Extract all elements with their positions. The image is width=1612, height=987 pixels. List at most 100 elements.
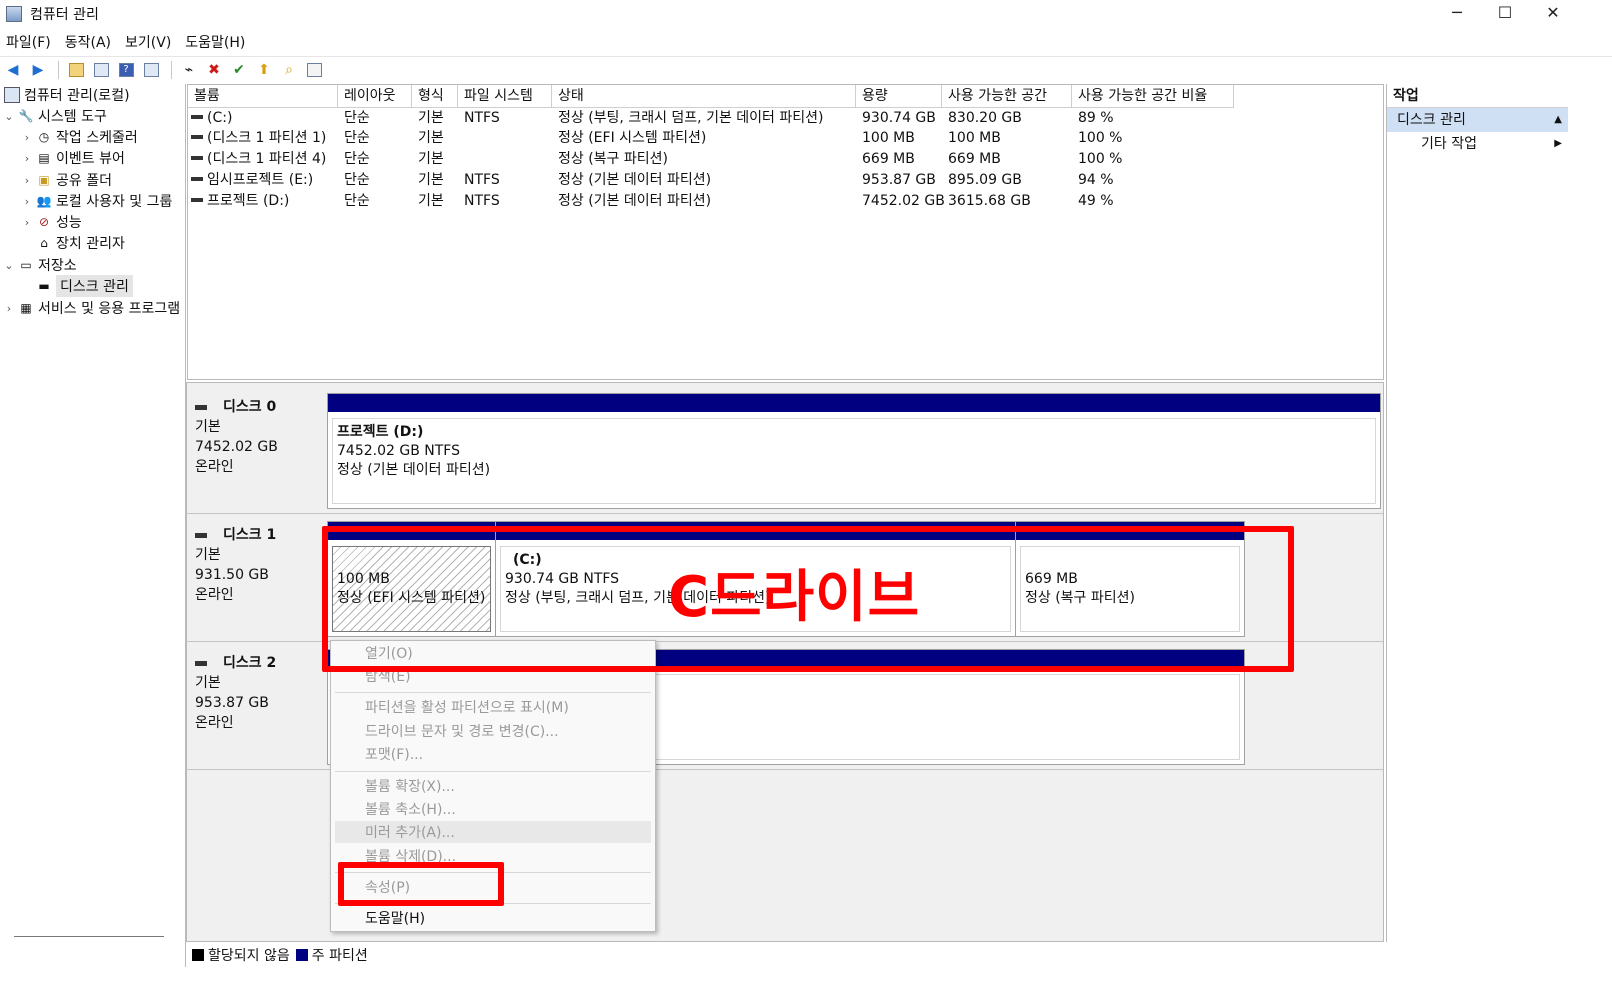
column-header-layout[interactable]: 레이아웃 — [338, 85, 412, 108]
cell-free-space: 669 MB — [948, 151, 1001, 167]
menu-item-mark-active[interactable]: 파티션을 활성 파티션으로 표시(M) — [365, 697, 569, 719]
cell-status: 정상 (부팅, 크래시 덤프, 기본 데이터 파티션) — [558, 110, 824, 126]
menu-item-help[interactable]: 도움말(H) — [365, 908, 425, 930]
cell-volume: 임시프로젝트 (E:) — [207, 172, 314, 188]
delete-icon[interactable]: ✖ — [203, 59, 225, 81]
column-header-free-space[interactable]: 사용 가능한 공간 — [942, 85, 1072, 108]
maximize-button[interactable]: ☐ — [1482, 0, 1528, 28]
cell-type: 기본 — [418, 172, 444, 188]
back-icon[interactable]: ◀ — [2, 59, 24, 81]
title-bar: 컴퓨터 관리 ─ ☐ ✕ — [0, 0, 1612, 28]
toolbar-separator — [58, 60, 59, 79]
window-title: 컴퓨터 관리 — [30, 7, 99, 23]
cell-status: 정상 (기본 데이터 파티션) — [558, 172, 712, 188]
chevron-right-icon[interactable]: › — [20, 216, 34, 229]
disk-2-label[interactable]: 디스크 2 기본 953.87 GB 온라인 — [187, 653, 327, 733]
column-header-file-system[interactable]: 파일 시스템 — [458, 85, 552, 108]
menu-item-add-mirror[interactable]: 미러 추가(A)... — [365, 822, 455, 844]
disk-icon — [195, 532, 207, 538]
cell-capacity: 953.87 GB — [862, 172, 936, 188]
tree-item-system-tools[interactable]: ⌄ 🔧 시스템 도구 — [2, 105, 106, 127]
partition-d[interactable]: 프로젝트 (D:) 7452.02 GB NTFS 정상 (기본 데이터 파티션… — [328, 394, 1380, 508]
menu-file[interactable]: 파일(F) — [0, 32, 59, 52]
tree-item-services[interactable]: › ▦ 서비스 및 응용 프로그램 — [2, 297, 180, 319]
show-hide-action-pane-icon[interactable] — [140, 59, 162, 81]
cell-free-percent: 100 % — [1078, 130, 1123, 146]
chevron-right-icon[interactable]: › — [20, 195, 34, 208]
disk-0-partitions: 프로젝트 (D:) 7452.02 GB NTFS 정상 (기본 데이터 파티션… — [327, 393, 1381, 509]
partition-size: 7452.02 GB NTFS — [337, 443, 460, 459]
column-header-type[interactable]: 형식 — [412, 85, 458, 108]
tree-item-shared-folders[interactable]: › ▣ 공유 폴더 — [20, 169, 112, 191]
tree-item-event-viewer[interactable]: › ▤ 이벤트 뷰어 — [20, 147, 125, 169]
column-header-capacity[interactable]: 용량 — [856, 85, 942, 108]
disk-status: 온라인 — [195, 587, 234, 603]
legend-primary: 주 파티션 — [311, 948, 368, 964]
computer-management-icon — [6, 6, 22, 22]
help-icon[interactable]: ? — [115, 59, 137, 81]
performance-icon: ⊘ — [38, 215, 50, 229]
disk-1-label[interactable]: 디스크 1 기본 931.50 GB 온라인 — [187, 525, 327, 605]
chevron-right-icon[interactable]: › — [20, 131, 34, 144]
device-manager-icon: ⌂ — [40, 236, 48, 250]
forward-icon[interactable]: ▶ — [27, 59, 49, 81]
annotation-label: C드라이브 — [668, 565, 921, 630]
action-pane-title: 작업 — [1387, 84, 1568, 108]
search-folder-icon[interactable]: ⌕ — [278, 59, 300, 81]
partition-status: 정상 (기본 데이터 파티션) — [337, 462, 491, 478]
close-button[interactable]: ✕ — [1530, 0, 1576, 28]
menu-item-format[interactable]: 포맷(F)... — [365, 744, 423, 766]
arrow-up-icon[interactable]: ⬆ — [253, 59, 275, 81]
column-header-free-percent[interactable]: 사용 가능한 공간 비율 — [1072, 85, 1234, 108]
tree-item-performance[interactable]: › ⊘ 성능 — [20, 211, 82, 233]
cell-capacity: 100 MB — [862, 130, 915, 146]
cell-volume: 프로젝트 (D:) — [207, 193, 290, 209]
menu-item-change-drive-letter[interactable]: 드라이브 문자 및 경로 변경(C)... — [365, 721, 559, 743]
collapse-up-icon[interactable]: ▲ — [1554, 108, 1562, 132]
horizontal-scrollbar[interactable] — [14, 936, 164, 937]
show-hide-tree-icon[interactable] — [90, 59, 112, 81]
cell-file-system: NTFS — [464, 172, 500, 188]
tools-icon: 🔧 — [18, 109, 34, 123]
minimize-button[interactable]: ─ — [1434, 0, 1480, 28]
chevron-right-icon[interactable]: › — [20, 152, 34, 165]
disk-icon: ▬ — [38, 279, 50, 293]
cell-capacity: 669 MB — [862, 151, 915, 167]
tree-item-task-scheduler[interactable]: › ◷ 작업 스케줄러 — [20, 126, 138, 148]
chevron-right-icon[interactable]: › — [2, 302, 16, 315]
action-section-disk-management[interactable]: 디스크 관리 ▲ — [1387, 108, 1568, 132]
chevron-down-icon[interactable]: ⌄ — [2, 259, 16, 272]
disk-size: 953.87 GB — [195, 695, 269, 711]
tree-item-storage[interactable]: ⌄ ▭ 저장소 — [2, 254, 76, 276]
primary-partition-bar — [328, 394, 1380, 412]
tree-item-disk-management[interactable]: ▬ 디스크 관리 — [34, 275, 133, 297]
properties-icon[interactable] — [303, 59, 325, 81]
check-icon[interactable]: ✔ — [228, 59, 250, 81]
menu-item-shrink-volume[interactable]: 볼륨 축소(H)... — [365, 799, 456, 821]
chevron-right-icon[interactable]: › — [20, 174, 34, 187]
menu-view[interactable]: 보기(V) — [119, 32, 179, 52]
disk-status: 온라인 — [195, 715, 234, 731]
disk-status: 온라인 — [195, 459, 234, 475]
menu-help[interactable]: 도움말(H) — [179, 32, 253, 52]
cell-free-percent: 89 % — [1078, 110, 1114, 126]
tree-item-local-users[interactable]: › 👥 로컬 사용자 및 그룹 — [20, 190, 173, 212]
tree-item-device-manager[interactable]: ⌂ 장치 관리자 — [34, 232, 125, 254]
menu-separator — [335, 771, 651, 772]
menu-item-extend-volume[interactable]: 볼륨 확장(X)... — [365, 776, 455, 798]
volume-icon — [191, 197, 203, 202]
disk-0-label[interactable]: 디스크 0 기본 7452.02 GB 온라인 — [187, 397, 327, 477]
disk-row-separator — [187, 513, 1383, 514]
menu-action[interactable]: 동작(A) — [59, 32, 119, 52]
up-folder-icon[interactable] — [65, 59, 87, 81]
tree-item-root[interactable]: 컴퓨터 관리(로컬) — [2, 84, 130, 106]
column-header-status[interactable]: 상태 — [552, 85, 856, 108]
connect-icon[interactable]: ⌁ — [178, 59, 200, 81]
chevron-down-icon[interactable]: ⌄ — [2, 110, 16, 123]
volume-icon — [191, 134, 203, 139]
menu-bar: 파일(F) 동작(A) 보기(V) 도움말(H) — [0, 30, 253, 54]
cell-layout: 단순 — [344, 130, 370, 146]
cell-free-percent: 100 % — [1078, 151, 1123, 167]
column-header-volume[interactable]: 볼륨 — [188, 85, 338, 108]
action-more-actions[interactable]: 기타 작업 ▶ — [1387, 132, 1568, 156]
